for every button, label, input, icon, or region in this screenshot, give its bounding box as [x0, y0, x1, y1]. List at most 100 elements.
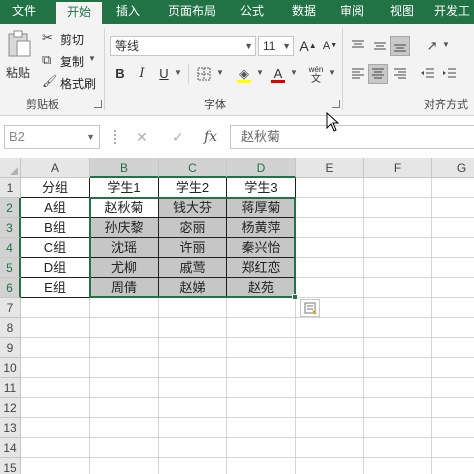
- enter-icon[interactable]: ✓: [172, 125, 184, 149]
- cell-f15[interactable]: [364, 458, 432, 474]
- font-size-select[interactable]: 11 ▼: [258, 36, 294, 56]
- cell-a1[interactable]: 分组: [21, 178, 90, 198]
- column-header-f[interactable]: F: [364, 158, 432, 178]
- tab-view[interactable]: 视图: [382, 0, 422, 24]
- cell-b8[interactable]: [90, 318, 159, 338]
- row-header-6[interactable]: 6: [0, 278, 21, 298]
- clipboard-dialog-launcher[interactable]: [94, 100, 102, 108]
- cell-e15[interactable]: [296, 458, 364, 474]
- column-header-e[interactable]: E: [296, 158, 364, 178]
- cell-g6[interactable]: [432, 278, 474, 298]
- cell-d8[interactable]: [227, 318, 296, 338]
- cell-d10[interactable]: [227, 358, 296, 378]
- row-header-9[interactable]: 9: [0, 338, 21, 358]
- row-header-3[interactable]: 3: [0, 218, 21, 238]
- font-name-select[interactable]: 等线 ▼: [110, 36, 256, 56]
- cell-g5[interactable]: [432, 258, 474, 278]
- cell-a9[interactable]: [21, 338, 90, 358]
- tab-home[interactable]: 开始: [56, 2, 102, 24]
- cell-a10[interactable]: [21, 358, 90, 378]
- cell-e8[interactable]: [296, 318, 364, 338]
- row-header-10[interactable]: 10: [0, 358, 21, 378]
- cell-e10[interactable]: [296, 358, 364, 378]
- orientation-button[interactable]: ↗: [422, 36, 442, 56]
- cell-d9[interactable]: [227, 338, 296, 358]
- cell-b15[interactable]: [90, 458, 159, 474]
- middle-align-button[interactable]: [370, 36, 390, 56]
- fill-handle[interactable]: [292, 294, 298, 300]
- chevron-down-icon[interactable]: ▼: [216, 68, 224, 77]
- cell-e1[interactable]: [296, 178, 364, 198]
- cell-c15[interactable]: [159, 458, 227, 474]
- quick-analysis-button[interactable]: [300, 299, 320, 317]
- cell-c2[interactable]: 钱大芬: [159, 198, 227, 218]
- cell-c12[interactable]: [159, 398, 227, 418]
- cell-f5[interactable]: [364, 258, 432, 278]
- cell-b10[interactable]: [90, 358, 159, 378]
- cell-b9[interactable]: [90, 338, 159, 358]
- cell-c4[interactable]: 许丽: [159, 238, 227, 258]
- cell-b7[interactable]: [90, 298, 159, 318]
- row-header-7[interactable]: 7: [0, 298, 21, 318]
- increase-indent-button[interactable]: [440, 64, 460, 84]
- cell-a13[interactable]: [21, 418, 90, 438]
- row-header-13[interactable]: 13: [0, 418, 21, 438]
- cell-f10[interactable]: [364, 358, 432, 378]
- cell-e3[interactable]: [296, 218, 364, 238]
- chevron-down-icon[interactable]: ▼: [290, 68, 298, 77]
- cell-a4[interactable]: C组: [21, 238, 90, 258]
- column-header-g[interactable]: G: [432, 158, 474, 178]
- cell-c7[interactable]: [159, 298, 227, 318]
- cell-g13[interactable]: [432, 418, 474, 438]
- cell-e6[interactable]: [296, 278, 364, 298]
- tab-review[interactable]: 审阅: [332, 0, 372, 24]
- cell-a12[interactable]: [21, 398, 90, 418]
- cell-g9[interactable]: [432, 338, 474, 358]
- cell-d5[interactable]: 郑红恋: [227, 258, 296, 278]
- cell-e5[interactable]: [296, 258, 364, 278]
- cell-f11[interactable]: [364, 378, 432, 398]
- cell-d2[interactable]: 蒋厚菊: [227, 198, 296, 218]
- cell-g14[interactable]: [432, 438, 474, 458]
- tab-page-layout[interactable]: 页面布局: [158, 0, 226, 24]
- borders-button[interactable]: [194, 64, 214, 84]
- italic-button[interactable]: I: [132, 64, 152, 84]
- cell-a8[interactable]: [21, 318, 90, 338]
- shrink-font-button[interactable]: A▼: [320, 36, 340, 56]
- grow-font-button[interactable]: A▲: [298, 36, 318, 56]
- cell-b6[interactable]: 周倩: [90, 278, 159, 298]
- cell-a6[interactable]: E组: [21, 278, 90, 298]
- cell-g4[interactable]: [432, 238, 474, 258]
- underline-button[interactable]: U: [154, 64, 174, 84]
- phonetic-guide-button[interactable]: wén 文: [306, 64, 326, 85]
- cell-a15[interactable]: [21, 458, 90, 474]
- cell-g10[interactable]: [432, 358, 474, 378]
- cell-e4[interactable]: [296, 238, 364, 258]
- font-dialog-launcher[interactable]: [332, 100, 340, 108]
- top-align-button[interactable]: [348, 36, 368, 56]
- cell-b13[interactable]: [90, 418, 159, 438]
- cell-b14[interactable]: [90, 438, 159, 458]
- cell-e2[interactable]: [296, 198, 364, 218]
- cell-d6[interactable]: 赵苑: [227, 278, 296, 298]
- row-header-4[interactable]: 4: [0, 238, 21, 258]
- cell-d3[interactable]: 杨黄萍: [227, 218, 296, 238]
- decrease-indent-button[interactable]: [418, 64, 438, 84]
- chevron-down-icon[interactable]: ▼: [256, 68, 264, 77]
- cell-e9[interactable]: [296, 338, 364, 358]
- cell-e14[interactable]: [296, 438, 364, 458]
- formula-bar-grip[interactable]: [114, 130, 116, 144]
- column-header-c[interactable]: C: [159, 158, 227, 178]
- tab-formulas[interactable]: 公式: [232, 0, 272, 24]
- cell-c9[interactable]: [159, 338, 227, 358]
- bold-button[interactable]: B: [110, 64, 130, 84]
- cell-a14[interactable]: [21, 438, 90, 458]
- chevron-down-icon[interactable]: ▼: [442, 40, 450, 49]
- row-header-8[interactable]: 8: [0, 318, 21, 338]
- cell-a3[interactable]: B组: [21, 218, 90, 238]
- cell-c13[interactable]: [159, 418, 227, 438]
- cell-b11[interactable]: [90, 378, 159, 398]
- cell-b5[interactable]: 尤柳: [90, 258, 159, 278]
- formula-input[interactable]: 赵秋菊: [230, 125, 474, 149]
- align-center-button[interactable]: [368, 64, 388, 84]
